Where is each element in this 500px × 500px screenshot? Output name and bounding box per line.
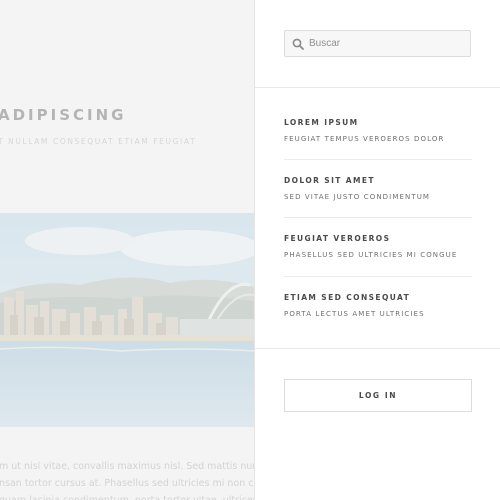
menu-divider — [284, 159, 472, 160]
menu-item-title: ETIAM SED CONSEQUAT — [284, 293, 411, 302]
menu-item-desc: FEUGIAT TEMPUS VEROEROS DOLOR — [284, 135, 445, 143]
menu-item-title: DOLOR SIT AMET — [284, 176, 375, 185]
search-divider — [255, 87, 500, 88]
sidebar-panel: LOREM IPSUM FEUGIAT TEMPUS VEROEROS DOLO… — [254, 0, 500, 500]
post-body-line: m ut nisl vitae, convallis maximus nisl.… — [0, 461, 254, 472]
post-body: m ut nisl vitae, convallis maximus nisl.… — [0, 458, 254, 500]
search-icon — [292, 38, 304, 50]
menu-bottom-divider — [255, 348, 500, 349]
menu-item-title: LOREM IPSUM — [284, 118, 359, 127]
menu-divider — [284, 217, 472, 218]
search-input[interactable] — [309, 31, 464, 56]
menu-divider — [284, 276, 472, 277]
search-box[interactable] — [284, 30, 471, 57]
background-page: ADIPISCING T NULLAM CONSEQUAT ETIAM FEUG… — [0, 0, 254, 500]
menu-item-dolor-sit-amet[interactable]: DOLOR SIT AMET SED VITAE JUSTO CONDIMENT… — [284, 176, 472, 234]
menu-item-etiam-sed-consequat[interactable]: ETIAM SED CONSEQUAT PORTA LECTUS AMET UL… — [284, 293, 472, 351]
menu-item-feugiat-veroeros[interactable]: FEUGIAT VEROEROS PHASELLUS SED ULTRICIES… — [284, 234, 472, 292]
menu-item-desc: PHASELLUS SED ULTRICIES MI CONGUE — [284, 251, 458, 259]
menu-item-title: FEUGIAT VEROEROS — [284, 234, 391, 243]
post-body-line: nsan tortor cursus at. Phasellus sed ult… — [0, 478, 254, 489]
login-button[interactable]: LOG IN — [284, 379, 472, 412]
post-title: ADIPISCING — [0, 106, 127, 124]
menu-item-desc: PORTA LECTUS AMET ULTRICIES — [284, 310, 425, 318]
post-subtitle: T NULLAM CONSEQUAT ETIAM FEUGIAT — [0, 137, 197, 146]
menu-item-desc: SED VITAE JUSTO CONDIMENTUM — [284, 193, 431, 201]
post-body-line: quam lacinia condimentum, porta tortor v… — [0, 492, 254, 500]
post-image — [0, 213, 254, 427]
menu-item-lorem-ipsum[interactable]: LOREM IPSUM FEUGIAT TEMPUS VEROEROS DOLO… — [284, 118, 472, 176]
